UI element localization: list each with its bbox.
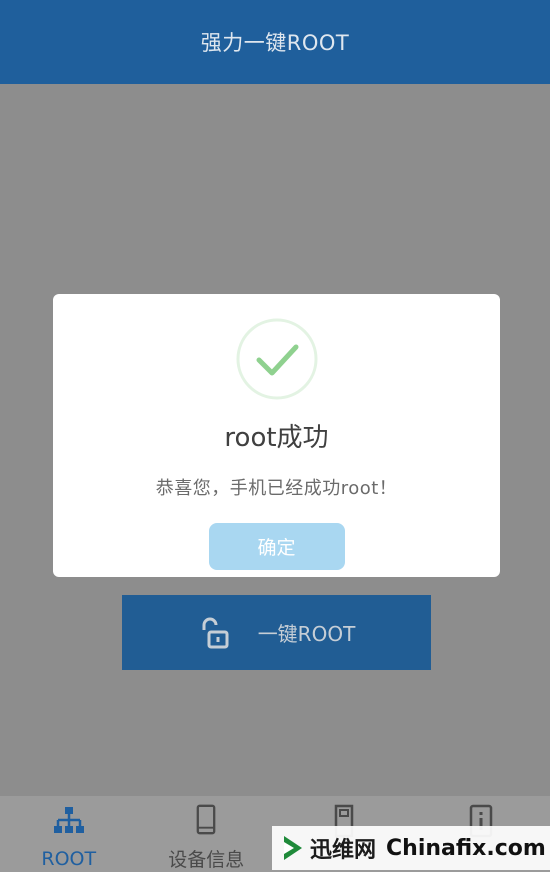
checkmark-circle-icon — [236, 318, 317, 400]
phone-icon — [196, 804, 216, 835]
watermark: 迅维网 Chinafix.com — [272, 826, 550, 870]
watermark-cn: 迅维网 — [310, 838, 377, 863]
one-key-root-button[interactable]: 一键ROOT — [122, 595, 431, 670]
hierarchy-icon — [53, 807, 84, 833]
watermark-en: Chinafix.com — [386, 835, 546, 861]
nav-item-root[interactable]: ROOT — [0, 796, 138, 872]
root-button-label: 一键ROOT — [257, 622, 356, 646]
dialog-message: 恭喜您，手机已经成功root！ — [155, 478, 398, 499]
unlock-icon — [202, 617, 229, 648]
check-circle — [235, 317, 319, 401]
dialog-title: root成功 — [224, 423, 329, 453]
chinafix-logo-icon — [284, 836, 302, 860]
success-dialog: root成功 恭喜您，手机已经成功root！ 确定 — [53, 294, 500, 577]
nav-item-device-info[interactable]: 设备信息 — [138, 796, 276, 872]
nav-label-root: ROOT — [41, 848, 97, 870]
header-title: 强力一键ROOT — [200, 31, 350, 55]
confirm-button[interactable]: 确定 — [208, 523, 345, 570]
app-header: 强力一键ROOT — [0, 0, 550, 84]
nav-label-device-info: 设备信息 — [168, 849, 245, 871]
